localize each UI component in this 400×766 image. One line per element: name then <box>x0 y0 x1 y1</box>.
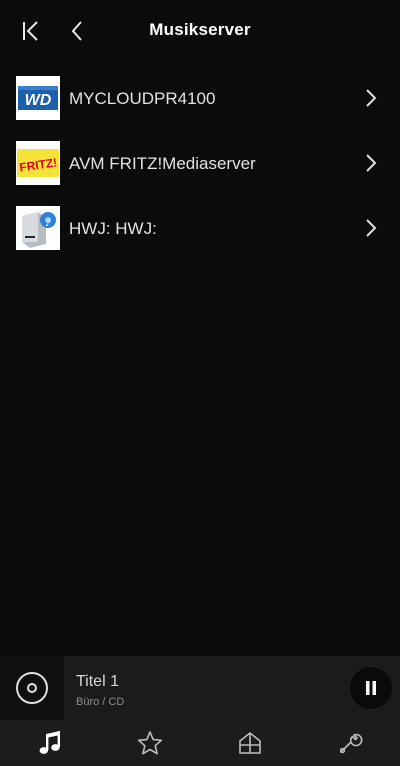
server-item-mycloud[interactable]: WD MYCLOUDPR4100 <box>0 66 400 131</box>
fritz-logo-icon: FRITZ! <box>16 141 60 185</box>
header-bar: Musikserver <box>0 0 400 62</box>
server-list: WD MYCLOUDPR4100 FRITZ! AVM FRITZ!Medias… <box>0 66 400 261</box>
star-icon <box>137 731 163 755</box>
server-item-fritz[interactable]: FRITZ! AVM FRITZ!Mediaserver <box>0 131 400 196</box>
server-label: MYCLOUDPR4100 <box>69 89 216 108</box>
bottom-navigation <box>0 720 400 766</box>
svg-text:♪: ♪ <box>45 219 51 229</box>
now-playing-bar[interactable]: Titel 1 Büro / CD <box>0 656 400 720</box>
media-server-icon: ♪ <box>16 206 60 250</box>
server-item-hwj[interactable]: ♪ HWJ: HWJ: <box>0 196 400 261</box>
chevron-right-icon <box>366 89 377 107</box>
home-icon <box>239 732 261 754</box>
chevron-right-icon <box>366 154 377 172</box>
music-note-icon <box>39 731 60 754</box>
nav-settings[interactable] <box>300 720 400 766</box>
track-title: Titel 1 <box>76 673 119 690</box>
svg-text:WD: WD <box>25 92 52 109</box>
server-label: AVM FRITZ!Mediaserver <box>69 154 256 173</box>
nav-home[interactable] <box>200 720 300 766</box>
nav-music[interactable] <box>0 720 100 766</box>
nav-favorites[interactable] <box>100 720 200 766</box>
cover-art[interactable] <box>0 656 64 720</box>
page-title: Musikserver <box>149 20 251 39</box>
chevron-right-icon <box>366 219 377 237</box>
pause-button[interactable] <box>350 667 392 709</box>
track-source: Büro / CD <box>76 696 125 708</box>
wrench-icon <box>339 733 363 754</box>
wd-logo-icon: WD <box>16 76 60 120</box>
disc-icon <box>16 672 48 704</box>
pause-icon <box>366 681 376 695</box>
server-label: HWJ: HWJ: <box>69 219 157 238</box>
